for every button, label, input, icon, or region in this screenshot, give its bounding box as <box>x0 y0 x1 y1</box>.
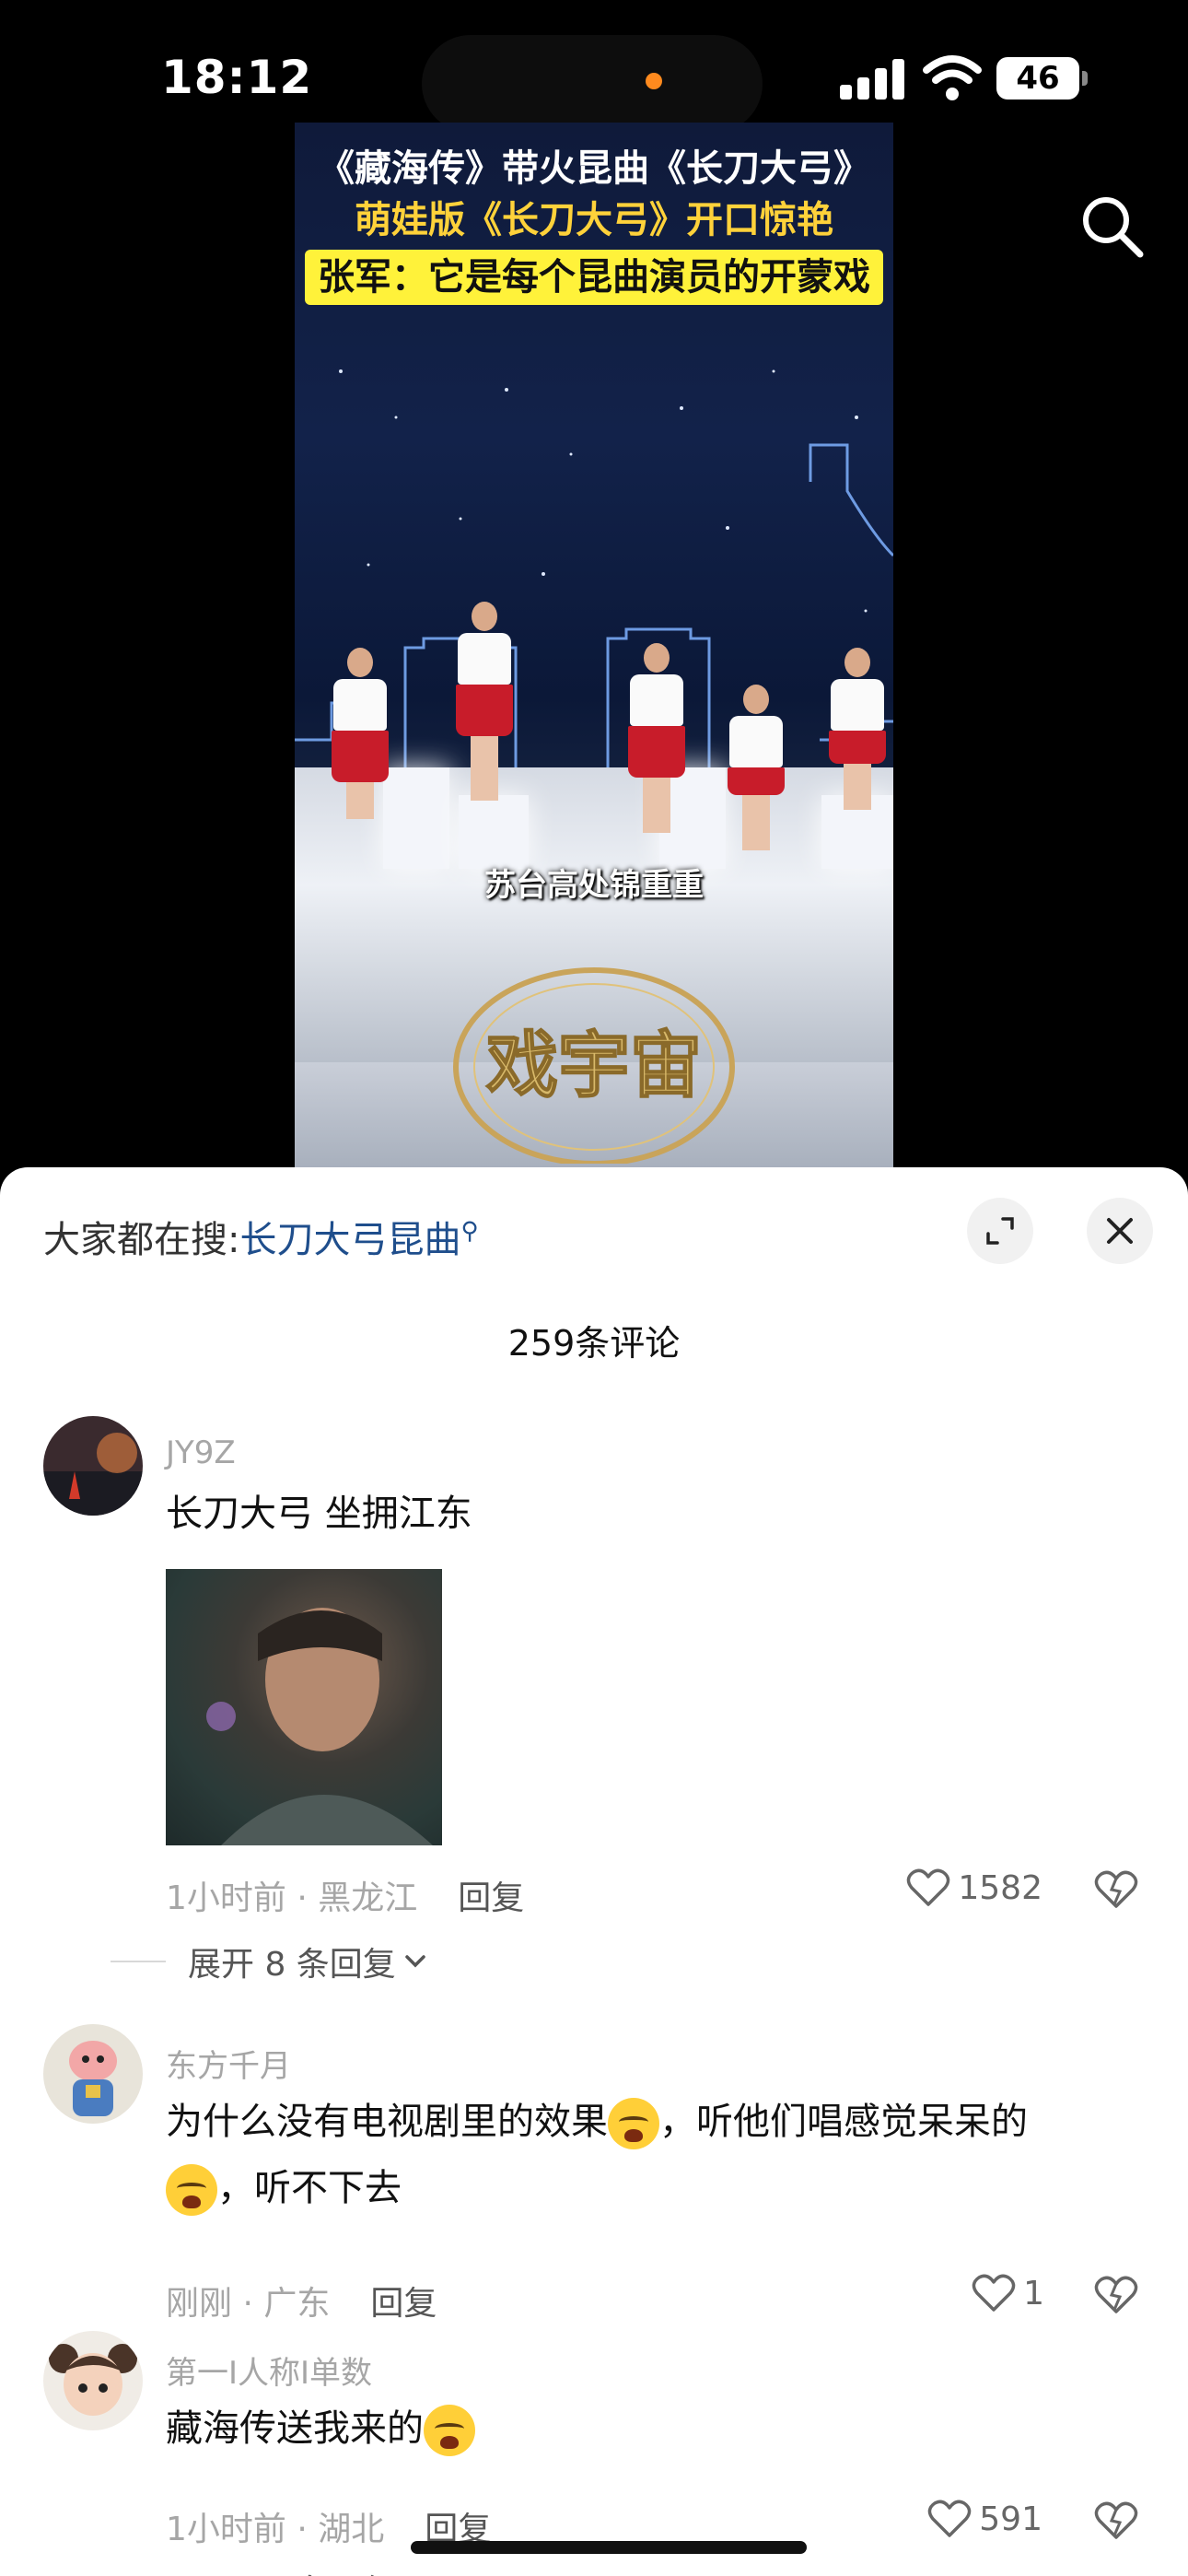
crying-emoji-icon <box>608 2098 659 2149</box>
comment-meta: 1小时前 · 黑龙江 回复 <box>166 1871 524 1919</box>
comment-meta: 刚刚 · 广东 回复 <box>166 2277 437 2324</box>
wifi-icon <box>923 55 982 100</box>
comment-text-part: ，听他们唱感觉呆呆的 <box>659 2101 1028 2143</box>
heart-icon <box>972 2274 1016 2312</box>
crying-emoji-icon <box>166 2164 217 2216</box>
dislike-heart-icon[interactable] <box>1094 2275 1138 2315</box>
home-indicator[interactable] <box>411 2541 807 2554</box>
show-logo: 戏宇宙 <box>453 967 735 1164</box>
comment-text-part: ，听不下去 <box>217 2167 402 2209</box>
chevron-down-icon <box>405 1955 425 1968</box>
dislike-heart-icon[interactable] <box>1094 2500 1138 2541</box>
like-button[interactable]: 591 <box>927 2499 1042 2539</box>
expand-replies-label: 展开 8 条回复 <box>188 1946 396 1984</box>
close-icon <box>1107 1218 1133 1244</box>
comment-username[interactable]: 东方千月 <box>166 2041 291 2086</box>
performer-child <box>628 643 685 833</box>
reply-button[interactable]: 回复 <box>370 2285 437 2323</box>
video-title-overlay: 《藏海传》带火昆曲《长刀大弓》 萌娃版《长刀大弓》开口惊艳 张军：它是每个昆曲演… <box>295 143 893 305</box>
hot-search-term[interactable]: 长刀大弓昆曲 <box>239 1219 460 1261</box>
like-count: 1582 <box>958 1868 1042 1907</box>
comments-sheet: 大家都在搜:长刀大弓昆曲⚲ 259条评论 JY9Z 长刀大弓 坐拥江东 1小时前… <box>0 1167 1188 2576</box>
stage-pedestal <box>383 767 449 869</box>
like-button[interactable]: 1582 <box>906 1868 1042 1908</box>
performer-child <box>456 602 513 801</box>
video-title-line2: 萌娃版《长刀大弓》开口惊艳 <box>355 199 833 241</box>
comment-text: 藏海传送我来的 <box>166 2395 1142 2462</box>
performer-child <box>728 685 785 850</box>
expand-replies-button[interactable]: 展开 9 条回复 <box>166 2565 429 2576</box>
heart-icon <box>907 1868 950 1906</box>
expand-icon <box>986 1217 1014 1245</box>
performer-child <box>829 648 886 810</box>
privacy-indicator-dot <box>646 73 662 89</box>
comment-text-part: 为什么没有电视剧里的效果 <box>166 2101 608 2143</box>
heart-icon <box>928 2500 972 2537</box>
comment-text: 长刀大弓 坐拥江东 <box>166 1493 472 1535</box>
hot-search-label: 大家都在搜: <box>43 1219 240 1261</box>
comment-count: 259条评论 <box>507 1323 681 1364</box>
comment-username[interactable]: 第一I人称I单数 <box>166 2348 372 2393</box>
video-title-line3: 张军：它是每个昆曲演员的开蒙戏 <box>305 250 883 305</box>
dislike-heart-icon[interactable] <box>1094 1869 1138 1910</box>
dynamic-island <box>422 35 763 133</box>
video-subtitle: 苏台高处锦重重 <box>484 867 704 904</box>
comment-time-location: 刚刚 · 广东 <box>166 2285 331 2323</box>
comment-time-location: 1小时前 · 黑龙江 <box>166 1879 418 1917</box>
expand-replies-label: 展开 9 条回复 <box>188 2565 396 2576</box>
avatar[interactable] <box>43 2024 143 2124</box>
comment-username[interactable]: JY9Z <box>166 1434 236 1471</box>
expand-replies-button[interactable]: 展开 8 条回复 <box>166 1938 429 1985</box>
like-button[interactable]: 1 <box>972 2273 1044 2313</box>
cellular-signal-icon <box>840 57 906 100</box>
comment-time-location: 1小时前 · 湖北 <box>166 2511 385 2548</box>
performer-child <box>332 648 389 819</box>
search-small-icon: ⚲ <box>460 1217 479 1246</box>
comment-image[interactable] <box>166 1569 442 1845</box>
like-count: 591 <box>979 2500 1042 2538</box>
video-title-line1: 《藏海传》带火昆曲《长刀大弓》 <box>318 147 870 190</box>
video-player[interactable]: 《藏海传》带火昆曲《长刀大弓》 萌娃版《长刀大弓》开口惊艳 张军：它是每个昆曲演… <box>295 123 893 1167</box>
battery-indicator: 46 <box>996 57 1088 100</box>
hot-search-bar[interactable]: 大家都在搜:长刀大弓昆曲⚲ <box>43 1210 479 1263</box>
expand-sheet-button[interactable] <box>967 1198 1033 1264</box>
reply-button[interactable]: 回复 <box>458 1879 524 1917</box>
stage-pedestal <box>459 795 529 869</box>
search-icon[interactable] <box>1077 192 1146 260</box>
avatar[interactable] <box>43 1416 143 1516</box>
comment-text: 为什么没有电视剧里的效果 ，听他们唱感觉呆呆的 ，听不下去 <box>166 2089 1142 2221</box>
show-logo-text: 戏宇宙 <box>486 1025 702 1107</box>
comment-text-part: 藏海传送我来的 <box>166 2407 424 2450</box>
status-time: 18:12 <box>161 51 313 104</box>
close-sheet-button[interactable] <box>1087 1198 1153 1264</box>
avatar[interactable] <box>43 2331 143 2430</box>
crying-emoji-icon <box>424 2405 475 2456</box>
like-count: 1 <box>1023 2274 1044 2313</box>
